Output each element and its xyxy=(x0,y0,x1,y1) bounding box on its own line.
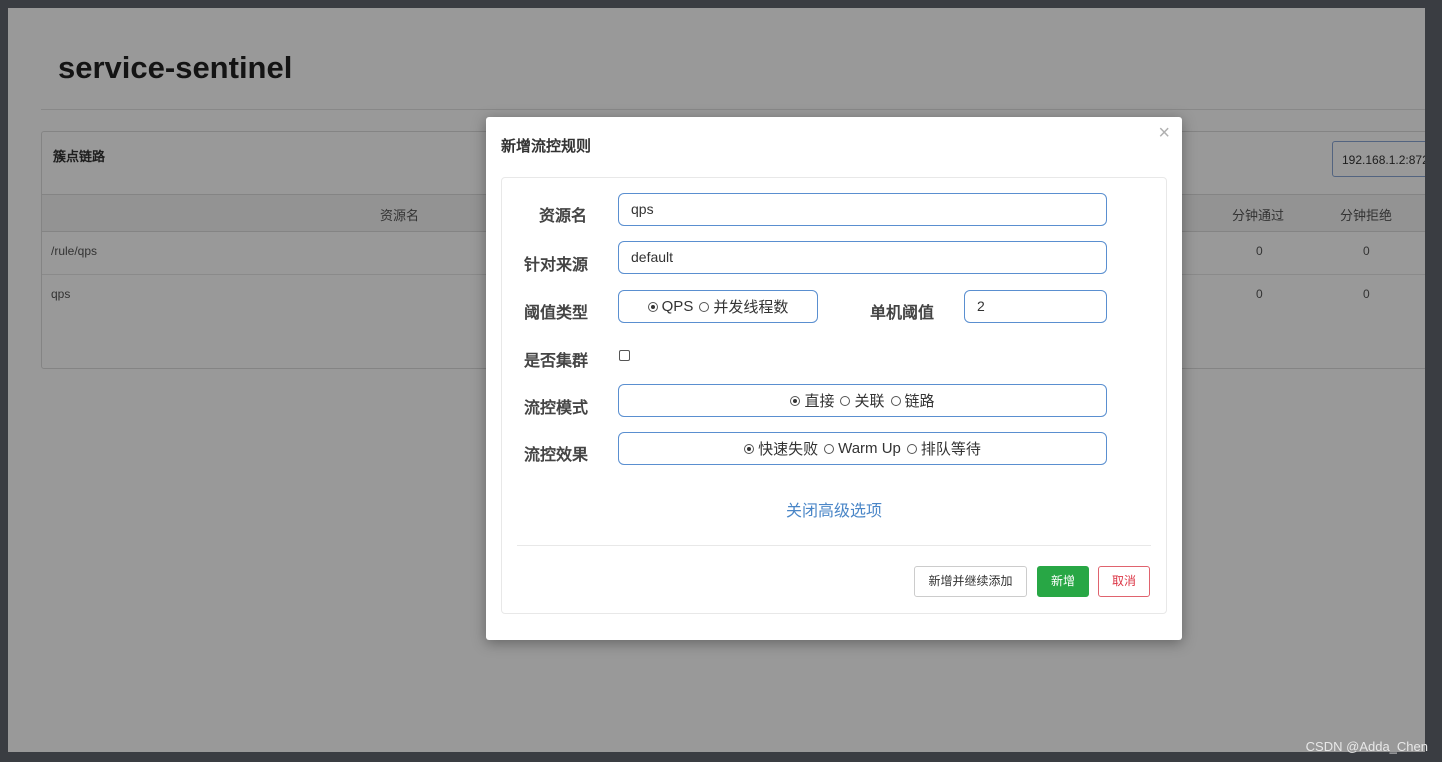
behavior-radio-group: 快速失败 Warm Up 排队等待 xyxy=(618,432,1107,465)
cluster-label: 是否集群 xyxy=(524,353,589,370)
resource-name-input[interactable]: qps xyxy=(618,193,1107,226)
grade-option-label: 并发线程数 xyxy=(713,299,789,316)
form-divider xyxy=(517,545,1151,546)
add-button[interactable]: 新增 xyxy=(1037,566,1089,597)
app-frame: service-sentinel 簇点链路 192.168.1.2:8720 资… xyxy=(8,8,1425,752)
watermark: CSDN @Adda_Chen xyxy=(1305,739,1428,754)
radio-checked-icon xyxy=(647,301,658,312)
toggle-advanced-options-link[interactable]: 关闭高级选项 xyxy=(502,497,1166,521)
strategy-label: 流控模式 xyxy=(524,400,589,417)
add-flow-rule-dialog: 新增流控规则 × 资源名 qps 针对来源 default 阈值类型 QPS 并… xyxy=(486,117,1182,640)
grade-label: 阈值类型 xyxy=(524,305,589,322)
radio-unchecked-icon xyxy=(890,395,901,406)
behavior-option-warm-up[interactable]: Warm Up xyxy=(824,440,901,457)
behavior-label: 流控效果 xyxy=(524,447,589,464)
radio-checked-icon xyxy=(790,395,801,406)
cancel-button[interactable]: 取消 xyxy=(1098,566,1150,597)
radio-checked-icon xyxy=(744,443,755,454)
grade-option-qps[interactable]: QPS xyxy=(647,298,694,315)
radio-unchecked-icon xyxy=(906,443,917,454)
threshold-count-input[interactable]: 2 xyxy=(964,290,1107,323)
behavior-option-fast-fail[interactable]: 快速失败 xyxy=(744,438,818,459)
radio-unchecked-icon xyxy=(699,301,710,312)
behavior-option-label: Warm Up xyxy=(838,440,901,457)
grade-option-thread[interactable]: 并发线程数 xyxy=(699,296,788,317)
behavior-option-queue[interactable]: 排队等待 xyxy=(906,438,981,459)
cluster-mode-checkbox[interactable] xyxy=(619,350,630,361)
limit-app-label: 针对来源 xyxy=(524,257,589,274)
limit-app-input[interactable]: default xyxy=(618,241,1107,274)
close-icon[interactable]: × xyxy=(1158,122,1170,145)
radio-unchecked-icon xyxy=(840,395,851,406)
grade-radio-group: QPS 并发线程数 xyxy=(618,290,818,323)
strategy-option-label: 链路 xyxy=(904,393,935,410)
strategy-radio-group: 直接 关联 链路 xyxy=(618,384,1107,417)
resource-label: 资源名 xyxy=(539,208,588,225)
grade-option-label: QPS xyxy=(661,298,694,315)
behavior-option-label: 排队等待 xyxy=(920,441,981,458)
add-and-continue-button[interactable]: 新增并继续添加 xyxy=(914,566,1027,597)
strategy-option-direct[interactable]: 直接 xyxy=(790,390,834,411)
count-label: 单机阈值 xyxy=(870,305,935,322)
dialog-title: 新增流控规则 xyxy=(501,138,592,155)
strategy-option-label: 关联 xyxy=(854,393,885,410)
strategy-option-label: 直接 xyxy=(804,393,835,410)
rule-form: 资源名 qps 针对来源 default 阈值类型 QPS 并发线程数 单机阈值… xyxy=(501,177,1167,614)
radio-unchecked-icon xyxy=(824,443,835,454)
behavior-option-label: 快速失败 xyxy=(758,441,819,458)
strategy-option-relate[interactable]: 关联 xyxy=(840,390,885,411)
strategy-option-chain[interactable]: 链路 xyxy=(890,390,935,411)
